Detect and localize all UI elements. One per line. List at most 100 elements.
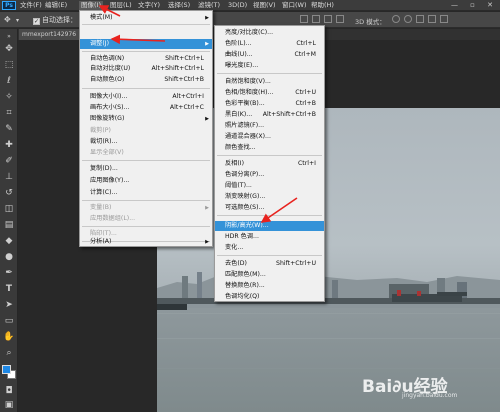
foreground-color-swatch[interactable]	[2, 365, 11, 374]
move-tool-icon[interactable]: ✥	[4, 15, 11, 24]
marquee-tool-icon[interactable]: ⬚	[3, 59, 15, 71]
menu-help[interactable]: 帮助(H)	[311, 1, 334, 10]
rectangle-tool-icon[interactable]: ▭	[3, 315, 15, 327]
crop-tool-icon[interactable]: ⌗	[3, 107, 15, 119]
adjust-item-gradient-map[interactable]: 渐变映射(G)...	[215, 192, 324, 202]
window-control-buttons[interactable]: — ▫ ✕	[451, 1, 498, 9]
adjust-item-color-lookup[interactable]: 颜色查找...	[215, 143, 324, 153]
image-menu-item-crop: 裁剪(P)	[90, 127, 111, 134]
image-menu-item-auto-color[interactable]: 自动颜色(O) Shift+Ctrl+B	[80, 75, 212, 85]
submenu-arrow-icon: ▶	[205, 15, 209, 21]
auto-select-checkbox[interactable]: ✓ 自动选择：	[33, 15, 77, 25]
adjust-item-desaturate[interactable]: 去色(D) Shift+Ctrl+U	[215, 259, 324, 269]
menu-filter[interactable]: 滤镜(T)	[198, 1, 220, 10]
3d-rotate-icon[interactable]	[392, 15, 400, 23]
tool-preset-dropdown-icon[interactable]: ▾	[16, 17, 19, 24]
auto-align-icon[interactable]	[336, 15, 344, 23]
adjust-item-curves[interactable]: 曲线(U)... Ctrl+M	[215, 50, 324, 60]
adjust-item-posterize[interactable]: 色调分离(P)...	[215, 170, 324, 180]
menu-window[interactable]: 窗口(W)	[282, 1, 307, 10]
align-icon[interactable]	[300, 15, 308, 23]
menu-divider	[82, 51, 210, 52]
image-menu-item-canvas-size[interactable]: 画布大小(S)... Alt+Ctrl+C	[80, 103, 212, 113]
3d-mode-label: 3D 模式：	[355, 18, 386, 26]
adjust-item-photo-filter[interactable]: 照片滤镜(F)...	[215, 121, 324, 131]
menu-file[interactable]: 文件(F)	[20, 1, 42, 10]
toolbox-collapse-icon[interactable]: »	[3, 31, 15, 43]
hand-tool-icon[interactable]: ✋	[3, 331, 15, 343]
image-menu-item-image-rotation[interactable]: 图像旋转(G) ▶	[80, 114, 212, 124]
history-brush-tool-icon[interactable]: ↺	[3, 187, 15, 199]
image-menu-item-mode[interactable]: 模式(M) ▶	[80, 13, 212, 23]
clone-stamp-tool-icon[interactable]: ⊥	[3, 171, 15, 183]
distribute-icon[interactable]	[312, 15, 320, 23]
adjust-item-color-balance[interactable]: 色彩平衡(B)... Ctrl+B	[215, 99, 324, 109]
image-menu-item-apply-data-set: 应用数据组(L)...	[90, 215, 136, 222]
document-tab[interactable]: mmexport142976	[19, 29, 81, 40]
baidu-watermark-url: jingyan.baidu.com	[402, 392, 458, 399]
arrange-icon[interactable]	[324, 15, 332, 23]
healing-brush-tool-icon[interactable]: ✚	[3, 139, 15, 151]
adjust-item-replace-color[interactable]: 替换颜色(R)...	[215, 281, 324, 291]
image-menu-item-adjustments[interactable]: 调整(J) ▶	[80, 39, 212, 49]
zoom-tool-icon[interactable]: ⌕	[3, 347, 15, 359]
type-tool-icon[interactable]: T	[3, 283, 15, 295]
menu-divider	[82, 88, 210, 89]
checkbox-checked-icon[interactable]: ✓	[33, 18, 40, 25]
submenu-arrow-icon: ▶	[205, 205, 209, 211]
menu-view[interactable]: 视图(V)	[253, 1, 276, 10]
blur-tool-icon[interactable]: ◆	[3, 235, 15, 247]
lasso-tool-icon[interactable]: ℓ	[3, 75, 15, 87]
pen-tool-icon[interactable]: ✒	[3, 267, 15, 279]
menu-divider	[82, 24, 210, 25]
menu-image[interactable]: 图像(I)	[79, 1, 103, 10]
3d-slide-icon[interactable]	[428, 15, 436, 23]
3d-roll-icon[interactable]	[404, 15, 412, 23]
adjust-item-hue-saturation[interactable]: 色相/饱和度(H)... Ctrl+U	[215, 88, 324, 98]
photoshop-logo: Ps	[2, 1, 16, 10]
image-menu-item-duplicate[interactable]: 复制(D)...	[80, 164, 212, 174]
adjust-item-threshold[interactable]: 阈值(T)...	[215, 181, 324, 191]
adjustments-submenu: 亮度/对比度(C)... 色阶(L)... Ctrl+L 曲线(U)... Ctrl…	[214, 25, 325, 302]
3d-scale-icon[interactable]	[440, 15, 448, 23]
adjust-item-exposure[interactable]: 曝光度(E)...	[215, 61, 324, 71]
eyedropper-tool-icon[interactable]: ✎	[3, 123, 15, 135]
menu-divider	[82, 226, 210, 227]
quick-mask-icon[interactable]: ◘	[3, 385, 15, 397]
menu-bar: Ps 文件(F) 编辑(E) 图像(I) 图层(L) 文字(Y) 选择(S) 滤…	[0, 0, 500, 11]
adjust-item-black-white[interactable]: 黑白(K)... Alt+Shift+Ctrl+B	[215, 110, 324, 120]
adjust-item-channel-mixer[interactable]: 通道混合器(X)...	[215, 132, 324, 142]
move-tool-icon[interactable]: ✥	[3, 43, 15, 55]
3d-pan-icon[interactable]	[416, 15, 424, 23]
menu-select[interactable]: 选择(S)	[168, 1, 190, 10]
menu-type[interactable]: 文字(Y)	[138, 1, 160, 10]
menu-3d[interactable]: 3D(D)	[228, 1, 247, 10]
image-menu-item-auto-contrast[interactable]: 自动对比度(U) Alt+Shift+Ctrl+L	[80, 64, 212, 74]
adjust-item-invert[interactable]: 反相(I) Ctrl+I	[215, 159, 324, 169]
image-menu-item-apply-image[interactable]: 应用图像(Y)...	[80, 176, 212, 186]
menu-divider	[217, 73, 322, 74]
magic-wand-tool-icon[interactable]: ✧	[3, 91, 15, 103]
image-menu-item-trim[interactable]: 裁切(R)...	[80, 137, 212, 147]
eraser-tool-icon[interactable]: ◫	[3, 203, 15, 215]
image-menu-item-calculations[interactable]: 计算(C)...	[80, 188, 212, 198]
gradient-tool-icon[interactable]: ▤	[3, 219, 15, 231]
adjust-item-selective-color[interactable]: 可选颜色(S)...	[215, 203, 324, 213]
adjust-item-match-color[interactable]: 匹配颜色(M)...	[215, 270, 324, 280]
image-menu-item-image-size[interactable]: 图像大小(I)... Alt+Ctrl+I	[80, 92, 212, 102]
adjust-item-brightness-contrast[interactable]: 亮度/对比度(C)...	[215, 28, 324, 38]
adjust-item-vibrance[interactable]: 自然饱和度(V)...	[215, 77, 324, 87]
adjust-item-levels[interactable]: 色阶(L)... Ctrl+L	[215, 39, 324, 49]
image-menu-item-auto-tone[interactable]: 自动色调(N) Shift+Ctrl+L	[80, 54, 212, 64]
adjust-item-equalize[interactable]: 色调均化(Q)	[215, 292, 324, 302]
adjust-item-hdr-toning[interactable]: HDR 色调...	[215, 232, 324, 242]
menu-layer[interactable]: 图层(L)	[110, 1, 132, 10]
adjust-item-shadows-highlights[interactable]: 阴影/高光(W)...	[215, 221, 324, 231]
menu-edit[interactable]: 编辑(E)	[45, 1, 67, 10]
dodge-tool-icon[interactable]: ●	[3, 251, 15, 263]
image-menu-item-analysis[interactable]: 分析(A) ▶	[80, 237, 212, 247]
screen-mode-icon[interactable]: ▣	[3, 399, 15, 411]
adjust-item-variations[interactable]: 变化...	[215, 243, 324, 253]
path-selection-tool-icon[interactable]: ➤	[3, 299, 15, 311]
brush-tool-icon[interactable]: ✐	[3, 155, 15, 167]
